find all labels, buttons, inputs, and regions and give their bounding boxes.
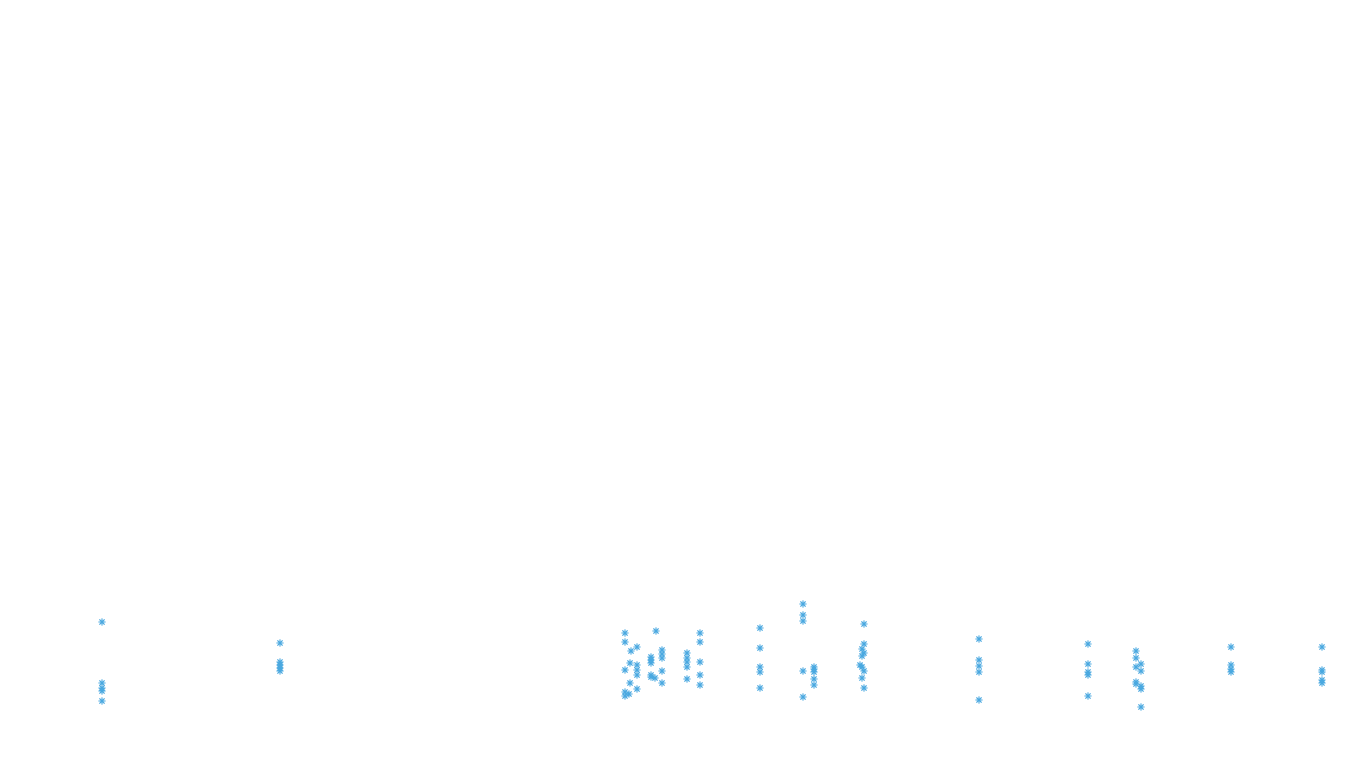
data-point bbox=[683, 675, 691, 683]
data-point bbox=[1318, 676, 1326, 684]
data-point bbox=[1318, 666, 1326, 674]
data-point bbox=[799, 611, 807, 619]
data-point bbox=[860, 684, 868, 692]
data-point bbox=[696, 658, 704, 666]
data-point bbox=[756, 684, 764, 692]
data-point bbox=[621, 638, 629, 646]
scatter-plot bbox=[98, 600, 1326, 711]
data-point bbox=[98, 618, 106, 626]
data-point bbox=[276, 658, 284, 666]
data-point bbox=[1132, 663, 1140, 671]
data-point bbox=[98, 697, 106, 705]
data-point bbox=[1137, 667, 1145, 675]
data-point bbox=[633, 661, 641, 669]
data-point bbox=[683, 649, 691, 657]
data-point bbox=[1084, 640, 1092, 648]
data-point bbox=[975, 668, 983, 676]
data-point bbox=[810, 675, 818, 683]
data-point bbox=[975, 662, 983, 670]
data-point bbox=[625, 690, 633, 698]
data-point bbox=[1137, 703, 1145, 711]
data-point bbox=[975, 635, 983, 643]
data-point bbox=[652, 627, 660, 635]
data-point bbox=[621, 666, 629, 674]
data-point bbox=[799, 617, 807, 625]
data-point bbox=[633, 685, 641, 693]
data-point bbox=[633, 643, 641, 651]
data-point bbox=[1318, 643, 1326, 651]
data-point bbox=[810, 663, 818, 671]
data-point bbox=[799, 693, 807, 701]
data-point bbox=[756, 644, 764, 652]
data-point bbox=[621, 629, 629, 637]
data-point bbox=[1132, 647, 1140, 655]
data-point bbox=[651, 674, 659, 682]
data-point bbox=[626, 659, 634, 667]
data-point bbox=[696, 629, 704, 637]
data-point bbox=[799, 600, 807, 608]
data-point bbox=[975, 696, 983, 704]
data-point bbox=[856, 661, 864, 669]
data-point bbox=[658, 667, 666, 675]
data-point bbox=[860, 620, 868, 628]
data-point bbox=[1137, 660, 1145, 668]
data-point bbox=[799, 667, 807, 675]
data-point bbox=[810, 681, 818, 689]
data-point bbox=[647, 653, 655, 661]
data-point bbox=[627, 647, 635, 655]
data-point bbox=[860, 640, 868, 648]
data-point bbox=[858, 674, 866, 682]
data-point bbox=[696, 681, 704, 689]
marker-layer bbox=[98, 600, 1326, 711]
data-point bbox=[1132, 654, 1140, 662]
data-point bbox=[1084, 692, 1092, 700]
data-point bbox=[647, 671, 655, 679]
data-point bbox=[756, 663, 764, 671]
data-point bbox=[98, 679, 106, 687]
data-point bbox=[1084, 660, 1092, 668]
data-point bbox=[696, 671, 704, 679]
data-point bbox=[1084, 668, 1092, 676]
data-point bbox=[658, 646, 666, 654]
data-point bbox=[276, 639, 284, 647]
data-point bbox=[1227, 661, 1235, 669]
data-point bbox=[1227, 643, 1235, 651]
data-point bbox=[696, 638, 704, 646]
data-point bbox=[1132, 678, 1140, 686]
data-point bbox=[756, 624, 764, 632]
data-point bbox=[975, 656, 983, 664]
data-point bbox=[626, 679, 634, 687]
data-point bbox=[658, 679, 666, 687]
